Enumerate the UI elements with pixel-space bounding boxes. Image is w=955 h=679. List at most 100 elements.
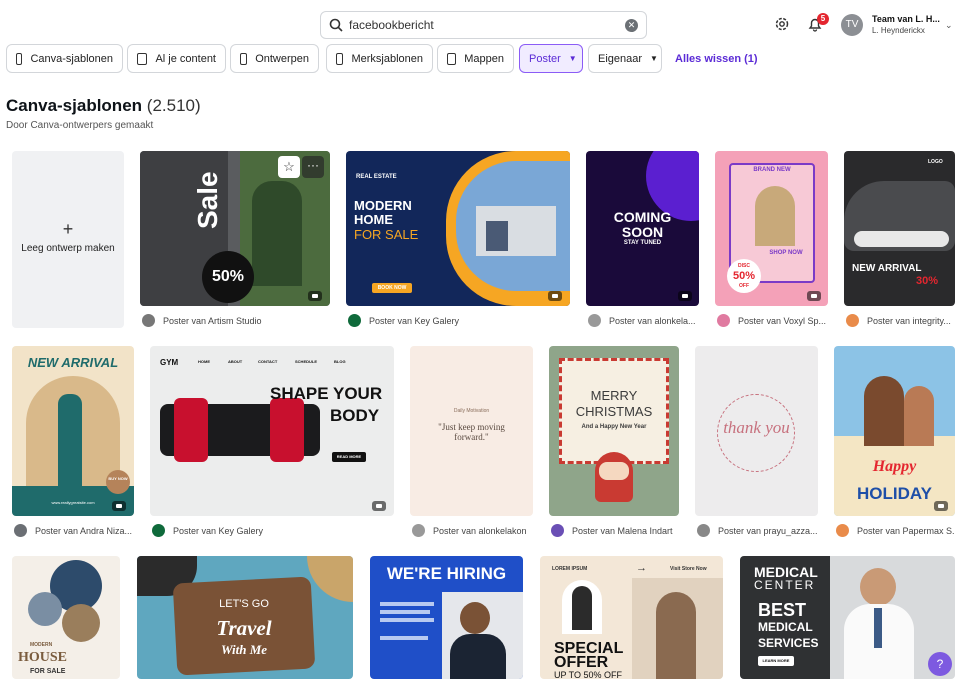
template-text: And a Happy New Year bbox=[581, 424, 647, 430]
template-card[interactable]: Sale 50% ☆ ··· bbox=[140, 151, 330, 306]
creator-avatar bbox=[152, 524, 165, 537]
template-text: BODY bbox=[330, 406, 380, 425]
plus-icon: + bbox=[62, 219, 74, 239]
premium-crown-icon bbox=[112, 501, 126, 511]
premium-crown-icon bbox=[372, 501, 386, 511]
filter-folders[interactable]: Mappen bbox=[437, 44, 514, 73]
search-input[interactable]: facebookbericht ✕ bbox=[320, 11, 647, 39]
avatar[interactable]: TV bbox=[841, 14, 863, 36]
template-caption: Poster van Andra Niza... bbox=[14, 524, 134, 537]
template-text: LOREM IPSUM bbox=[552, 566, 588, 572]
caption-text: Poster van prayu_azza... bbox=[718, 525, 818, 536]
notification-count-badge: 5 bbox=[817, 13, 829, 25]
caption-text: Poster van integrity... bbox=[867, 315, 951, 326]
template-card[interactable]: LET'S GO Travel With Me bbox=[137, 556, 353, 679]
template-card[interactable]: BRAND NEW DISC 50% OFF SHOP NOW bbox=[715, 151, 828, 306]
filter-designs[interactable]: Ontwerpen bbox=[230, 44, 319, 73]
clear-all-filters-link[interactable]: Alles wissen (1) bbox=[675, 53, 758, 65]
template-caption: Poster van prayu_azza... bbox=[697, 524, 818, 537]
favorite-star-icon[interactable]: ☆ bbox=[278, 156, 300, 178]
template-text: CONTACT bbox=[258, 359, 278, 364]
template-text: Visit Store Now bbox=[670, 566, 707, 572]
template-text: DISC bbox=[738, 263, 750, 269]
template-text: MODERN bbox=[30, 642, 53, 648]
template-caption: Poster van alonkelakon bbox=[412, 524, 533, 537]
brand-template-icon bbox=[336, 52, 344, 65]
template-caption: Poster van Malena Indart bbox=[551, 524, 679, 537]
template-text: Happy bbox=[872, 458, 917, 475]
filter-label: Eigenaar bbox=[598, 52, 643, 65]
filter-label: Al je content bbox=[155, 52, 216, 65]
template-text: READ MORE bbox=[336, 454, 362, 459]
filter-owner[interactable]: Eigenaar ▼ bbox=[588, 44, 662, 73]
creator-avatar bbox=[836, 524, 849, 537]
template-text: HOME bbox=[354, 212, 393, 227]
template-caption: Poster van Papermax S... bbox=[836, 524, 955, 537]
template-text: BEST bbox=[758, 600, 807, 620]
creator-avatar bbox=[14, 524, 27, 537]
caption-text: Poster van Malena Indart bbox=[572, 525, 673, 536]
chevron-down-icon: ▼ bbox=[650, 54, 658, 63]
template-card[interactable]: WE'RE HIRING bbox=[370, 556, 523, 679]
template-text: BOOK NOW bbox=[377, 285, 407, 291]
template-text: Travel bbox=[216, 616, 272, 640]
template-text: COMING bbox=[613, 209, 672, 225]
caption-text: Poster van Key Galery bbox=[369, 315, 460, 326]
template-card[interactable]: COMING SOON STAY TUNED bbox=[586, 151, 699, 306]
template-text: SHAPE YOUR bbox=[270, 384, 383, 403]
template-text: CENTER bbox=[754, 578, 816, 592]
template-text: OFF bbox=[739, 283, 749, 289]
design-icon bbox=[240, 52, 248, 65]
template-text: SCHEDULE bbox=[295, 359, 318, 364]
template-text: 30% bbox=[916, 275, 939, 287]
creator-avatar bbox=[846, 314, 859, 327]
clear-search-icon[interactable]: ✕ bbox=[625, 19, 638, 32]
template-card[interactable]: thank you bbox=[695, 346, 818, 516]
template-card[interactable]: Daily Motivation "Just keep moving forwa… bbox=[410, 346, 533, 516]
premium-crown-icon bbox=[807, 291, 821, 301]
creator-avatar bbox=[412, 524, 425, 537]
folder-icon bbox=[137, 52, 148, 65]
page-title: Canva-sjablonen (2.510) bbox=[6, 96, 201, 116]
template-text: Daily Motivation bbox=[453, 408, 490, 414]
caption-text: Poster van alonkela... bbox=[609, 315, 696, 326]
template-card[interactable]: GYM HOME ABOUT CONTACT SCHEDULE BLOG SHA… bbox=[150, 346, 394, 516]
settings-gear-icon[interactable] bbox=[774, 16, 790, 32]
template-text: LET'S GO bbox=[219, 598, 269, 610]
more-options-icon[interactable]: ··· bbox=[302, 156, 324, 178]
help-button[interactable]: ? bbox=[928, 652, 952, 676]
template-text: MEDICAL bbox=[758, 620, 813, 634]
template-card[interactable]: NEW ARRIVAL BUY NOW www.reallygreatsite.… bbox=[12, 346, 134, 516]
blank-design-card[interactable]: + Leeg ontwerp maken bbox=[12, 151, 124, 328]
creator-avatar bbox=[348, 314, 361, 327]
template-card[interactable]: MERRY CHRISTMAS And a Happy New Year bbox=[549, 346, 679, 516]
template-text: WE'RE HIRING bbox=[386, 564, 507, 583]
template-text: BRAND NEW bbox=[753, 167, 791, 173]
caption-text: Poster van Key Galery bbox=[173, 525, 264, 536]
template-text: CHRISTMAS bbox=[575, 404, 653, 419]
template-card[interactable]: LOGO NEW ARRIVAL 30% bbox=[844, 151, 955, 306]
filter-brand-templates[interactable]: Merksjablonen bbox=[326, 44, 433, 73]
filter-all-content[interactable]: Al je content bbox=[127, 44, 226, 73]
template-text: STAY TUNED bbox=[623, 240, 662, 246]
team-name[interactable]: Team van L. H... bbox=[872, 14, 940, 24]
search-value: facebookbericht bbox=[349, 18, 434, 32]
result-count: (2.510) bbox=[146, 96, 201, 115]
account-chevron-down-icon[interactable]: ⌄ bbox=[945, 20, 953, 31]
template-card[interactable]: LOREM IPSUM Visit Store Now → SPECIAL OF… bbox=[540, 556, 723, 679]
filter-label: Poster bbox=[529, 52, 561, 65]
section-subtitle: Door Canva-ontwerpers gemaakt bbox=[6, 120, 154, 131]
template-card[interactable]: MODERN HOUSE FOR SALE bbox=[12, 556, 120, 679]
template-card[interactable]: REAL ESTATE MODERN HOME FOR SALE BOOK NO… bbox=[346, 151, 570, 306]
template-text: MERRY bbox=[590, 388, 638, 403]
template-card[interactable]: Happy HOLIDAY bbox=[834, 346, 955, 516]
filter-label: Ontwerpen bbox=[255, 52, 309, 65]
caption-text: Poster van Papermax S... bbox=[857, 525, 955, 536]
template-card[interactable]: MEDICAL CENTER BEST MEDICAL SERVICES LEA… bbox=[740, 556, 955, 679]
arrow-right-icon: → bbox=[636, 562, 647, 574]
template-caption: Poster van Artism Studio bbox=[142, 314, 332, 327]
template-text: HOUSE bbox=[18, 650, 68, 665]
template-text: FOR SALE bbox=[354, 227, 419, 242]
filter-canva-templates[interactable]: Canva-sjablonen bbox=[6, 44, 123, 73]
filter-poster[interactable]: Poster ▼ bbox=[519, 44, 583, 73]
